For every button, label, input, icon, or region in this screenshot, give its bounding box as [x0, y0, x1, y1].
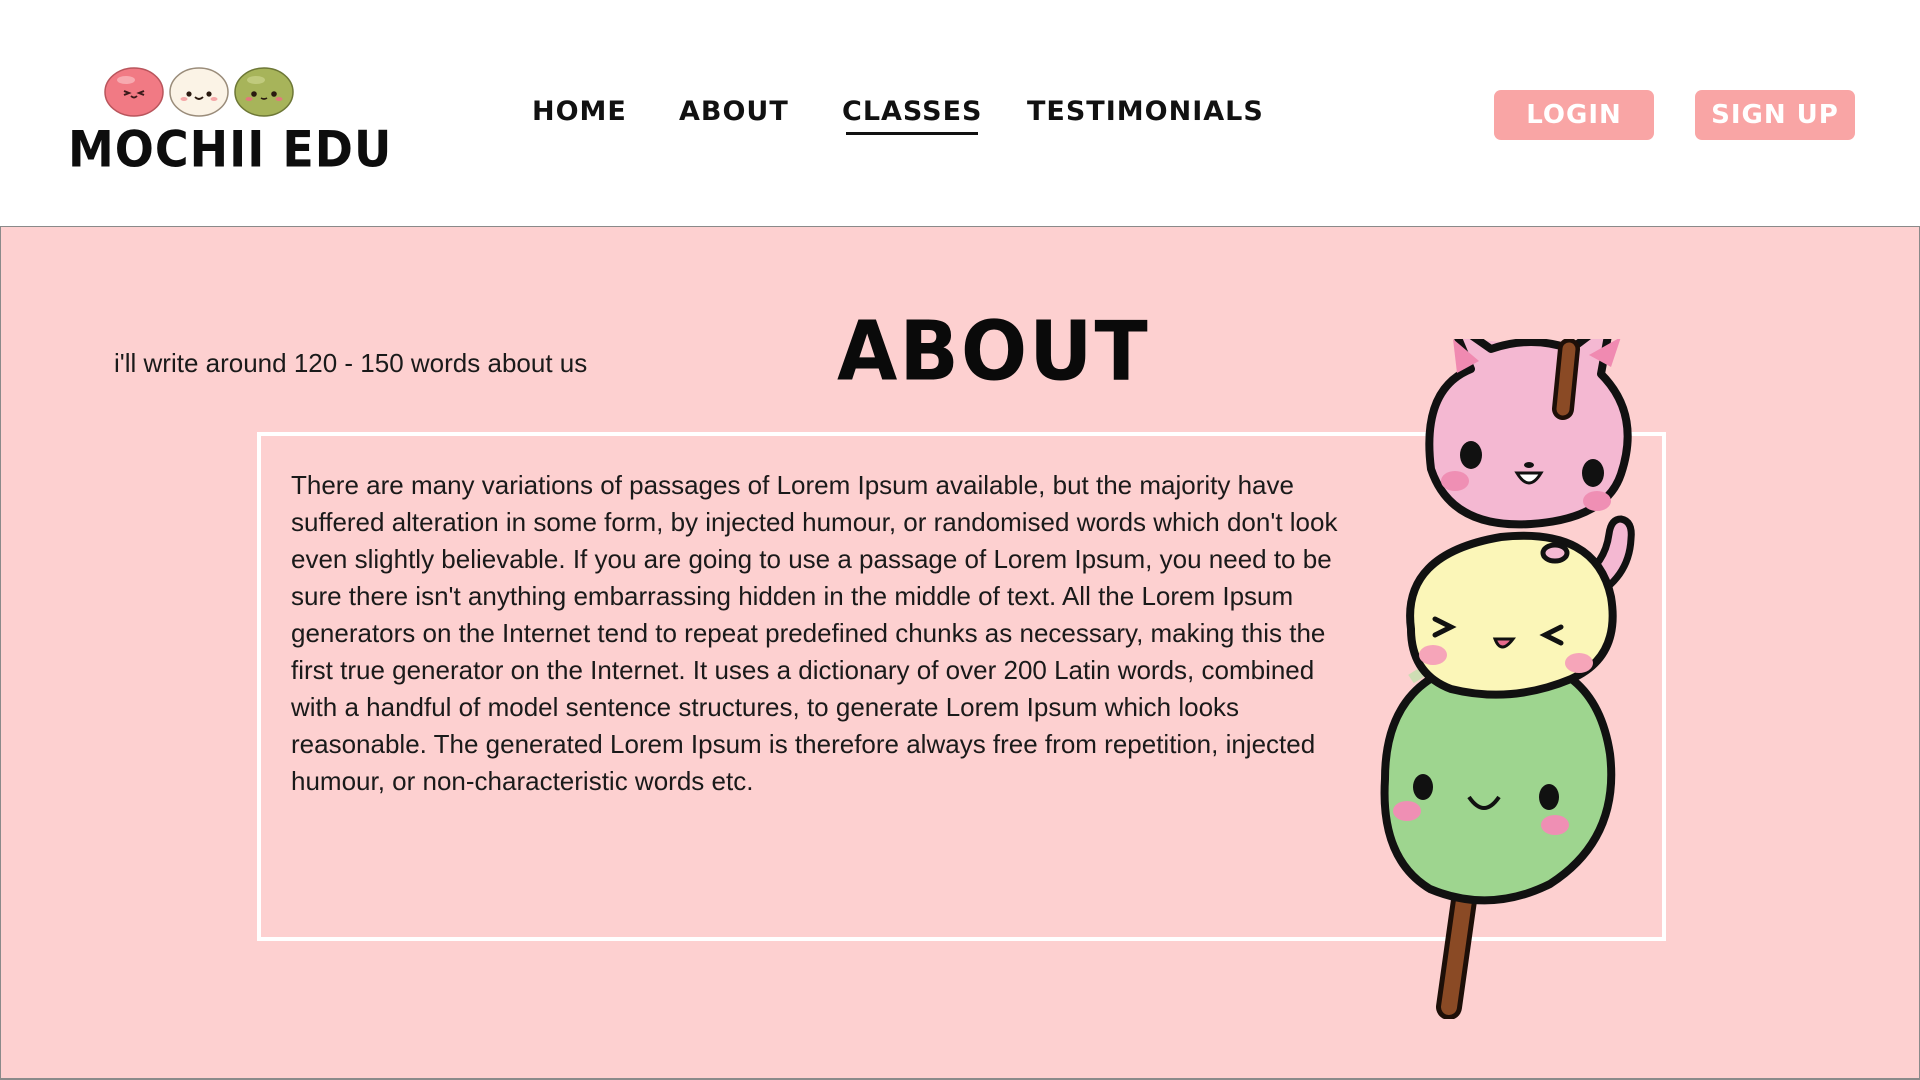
site-header: MOCHII EDU HOME ABOUT CLASSES TESTIMONIA…: [0, 0, 1920, 226]
about-section: i'll write around 120 - 150 words about …: [0, 226, 1920, 1080]
signup-button[interactable]: SIGN UP: [1695, 90, 1855, 140]
nav-classes[interactable]: CLASSES: [842, 96, 982, 135]
nav-about[interactable]: ABOUT: [679, 96, 789, 127]
cat-dango-illustration: [1380, 339, 1635, 1019]
brand-name: MOCHII EDU: [68, 120, 393, 179]
nav-home[interactable]: HOME: [532, 96, 627, 127]
login-button[interactable]: LOGIN: [1494, 90, 1654, 140]
nav-testimonials[interactable]: TESTIMONIALS: [1027, 96, 1264, 127]
section-title: ABOUT: [837, 305, 1150, 400]
about-body-text: There are many variations of passages of…: [291, 470, 1338, 796]
brand-logo[interactable]: MOCHII EDU: [68, 62, 391, 182]
mochi-trio-icon: [104, 67, 294, 117]
draft-note: i'll write around 120 - 150 words about …: [114, 348, 588, 378]
